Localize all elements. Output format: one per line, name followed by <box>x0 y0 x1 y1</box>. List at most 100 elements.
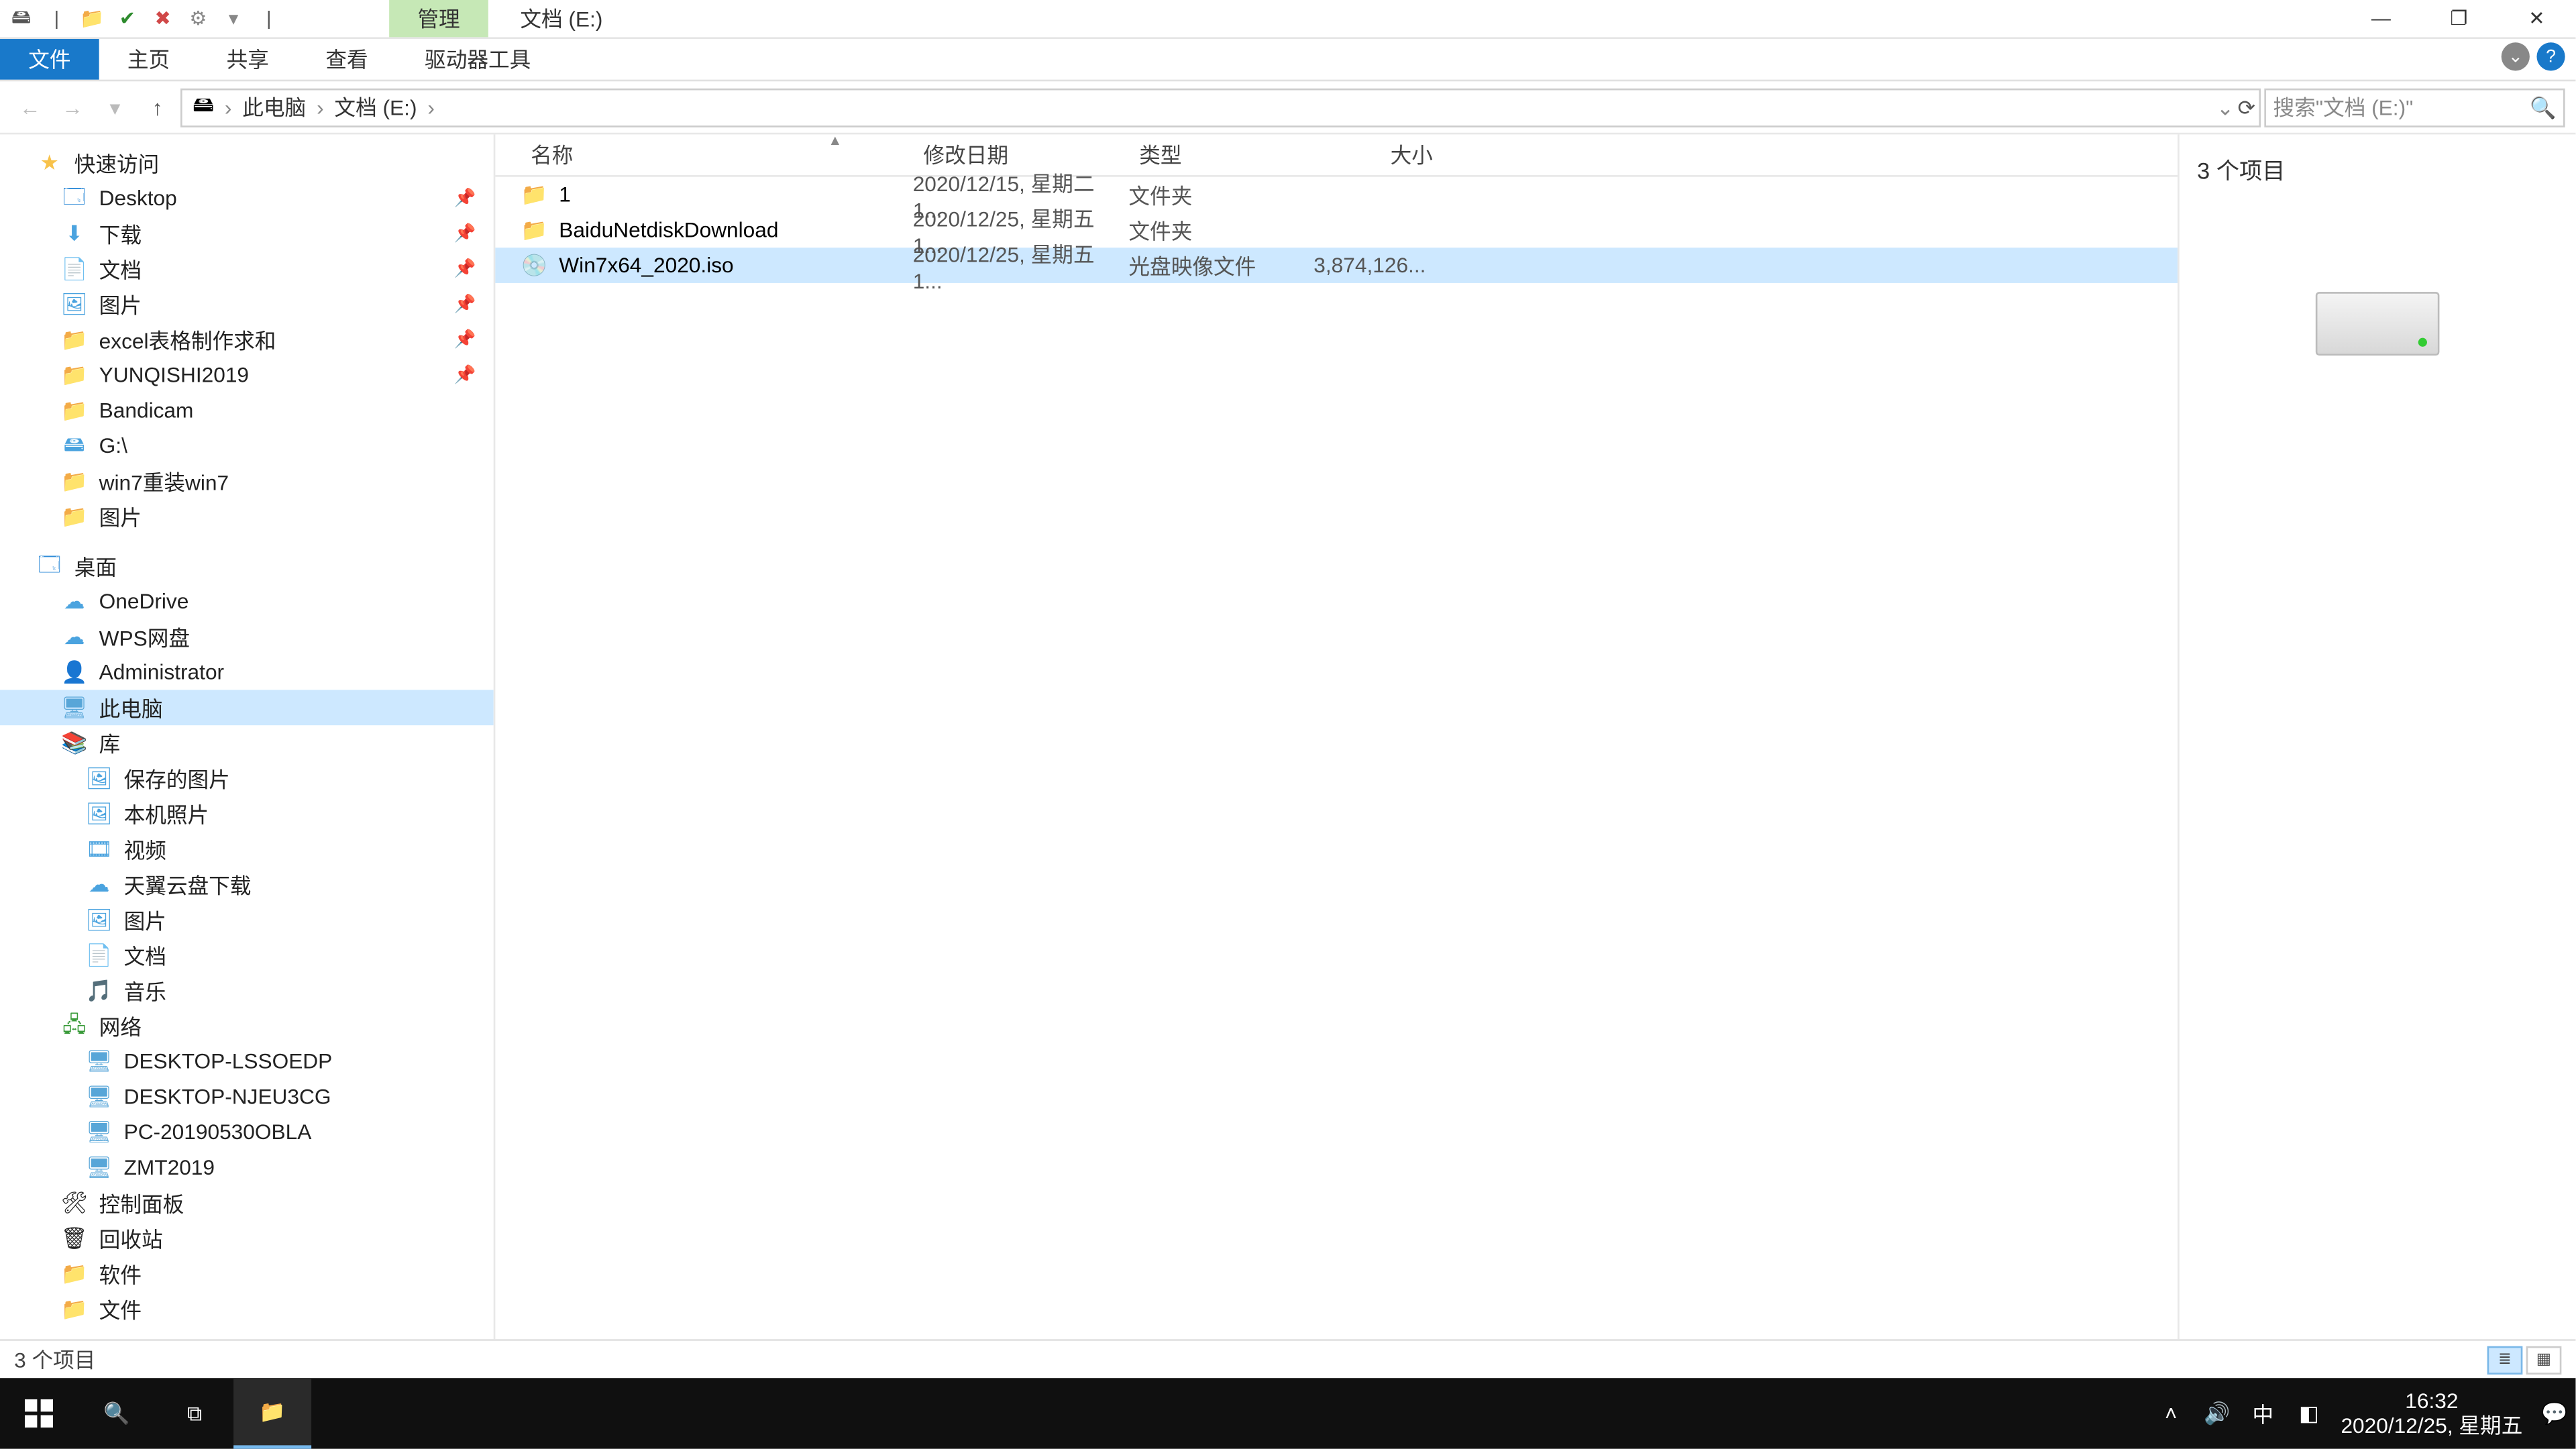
tree-item[interactable]: 🖥PC-20190530OBLA <box>0 1114 494 1150</box>
tray-clock[interactable]: 16:32 2020/12/25, 星期五 <box>2341 1388 2522 1439</box>
tree-item[interactable]: 🖼保存的图片 <box>0 761 494 796</box>
tree-item-label: 文档 <box>124 941 166 971</box>
address-bar[interactable]: 🖴 › 此电脑 › 文档 (E:) › ⌄ ⟳ <box>180 88 2261 127</box>
help-icon[interactable]: ? <box>2536 42 2565 70</box>
tree-recycle-bin[interactable]: 🗑 回收站 <box>0 1221 494 1256</box>
tree-item[interactable]: 🖥DESKTOP-NJEU3CG <box>0 1079 494 1115</box>
maximize-button[interactable]: ❐ <box>2420 0 2498 37</box>
file-row[interactable]: 💿Win7x64_2020.iso2020/12/25, 星期五 1...光盘映… <box>495 248 2178 283</box>
tree-item[interactable]: 📁YUNQISHI2019📌 <box>0 358 494 393</box>
file-row[interactable]: 📁12020/12/15, 星期二 1...文件夹 <box>495 177 2178 213</box>
close-button[interactable]: ✕ <box>2498 0 2575 37</box>
nav-back-button[interactable]: ← <box>11 88 50 127</box>
address-bar-row: ← → ▾ ↑ 🖴 › 此电脑 › 文档 (E:) › ⌄ ⟳ 搜索"文档 (E… <box>0 81 2575 134</box>
tab-home[interactable]: 主页 <box>99 39 199 80</box>
search-box[interactable]: 搜索"文档 (E:)" 🔍 <box>2264 88 2565 127</box>
tab-view[interactable]: 查看 <box>297 39 396 80</box>
tray-volume-icon[interactable]: 🔊 <box>2203 1399 2231 1428</box>
qat-check-icon[interactable]: ✔ <box>113 5 142 33</box>
tree-item[interactable]: 🖥此电脑 <box>0 690 494 725</box>
tree-item-icon: 📁 <box>60 325 89 354</box>
ribbon-tabs: 文件 主页 共享 查看 驱动器工具 ⌄ ? <box>0 39 2575 81</box>
header-size[interactable]: 大小 <box>1309 140 1433 170</box>
navigation-tree[interactable]: ★ 快速访问 🗔 Desktop 📌 ⬇下载📌📄文档📌🖼图片📌📁excel表格制作求和… <box>0 134 495 1339</box>
view-icons-button[interactable]: ▦ <box>2526 1345 2562 1373</box>
header-name[interactable]: 名称▲ <box>520 140 912 170</box>
tree-item[interactable]: 🖼图片📌 <box>0 286 494 322</box>
column-headers: 名称▲ 修改日期 类型 大小 <box>495 134 2178 176</box>
tree-item[interactable]: ☁WPS网盘 <box>0 619 494 655</box>
tree-item[interactable]: 🖼本机照片 <box>0 796 494 832</box>
tray-overflow-icon[interactable]: ˄ <box>2157 1399 2185 1428</box>
search-icon[interactable]: 🔍 <box>2530 95 2556 119</box>
tray-app-icon[interactable]: ◧ <box>2295 1399 2323 1428</box>
tree-quick-access[interactable]: ★ 快速访问 <box>0 145 494 180</box>
file-icon: 📁 <box>520 180 548 209</box>
qat-open-icon[interactable]: 📁 <box>78 5 106 33</box>
ribbon-expand-icon[interactable]: ⌄ <box>2502 42 2530 70</box>
tree-item[interactable]: 📁win7重装win7 <box>0 464 494 499</box>
tree-item-label: Desktop <box>99 186 177 211</box>
tree-item[interactable]: 🎞视频 <box>0 831 494 867</box>
tree-item[interactable]: 🗔Desktop📌 <box>0 180 494 216</box>
tree-item[interactable]: 📁Bandicam <box>0 392 494 428</box>
tray-notifications-icon[interactable]: 💬 <box>2540 1399 2569 1428</box>
tree-item-icon: 🖥 <box>85 1047 113 1075</box>
address-dropdown-icon[interactable]: ⌄ <box>2216 95 2235 119</box>
contextual-tabs: 管理 文档 (E:) <box>389 0 635 37</box>
taskbar-search-button[interactable]: 🔍 <box>78 1378 156 1448</box>
tree-item[interactable]: 📁图片 <box>0 499 494 535</box>
refresh-icon[interactable]: ⟳ <box>2238 95 2256 119</box>
tree-item[interactable]: 🖥 DESKTOP-LSSOEDP <box>0 1044 494 1079</box>
tree-item[interactable]: ☁OneDrive <box>0 584 494 619</box>
tray-ime-icon[interactable]: 中 <box>2249 1399 2277 1428</box>
tree-item-label: win7重装win7 <box>99 466 229 496</box>
tree-software[interactable]: 📁 软件 <box>0 1256 494 1291</box>
tree-item[interactable]: ⬇下载📌 <box>0 216 494 252</box>
crumb-pc[interactable]: 此电脑 <box>239 92 310 122</box>
sort-asc-icon: ▲ <box>828 133 842 149</box>
status-bar: 3 个项目 ≣ ▦ <box>0 1339 2575 1378</box>
tree-item[interactable]: 📚库 <box>0 725 494 761</box>
qat-gear-icon[interactable]: ⚙ <box>184 5 212 33</box>
tree-item[interactable]: 📄 文档 <box>0 938 494 973</box>
tree-item-icon: ☁ <box>60 587 89 615</box>
tab-file[interactable]: 文件 <box>0 39 99 80</box>
tree-control-panel[interactable]: 🛠 控制面板 <box>0 1185 494 1221</box>
qat-dropdown-icon[interactable]: ▾ <box>219 5 248 33</box>
tree-item[interactable]: 🖼图片 <box>0 902 494 938</box>
view-details-button[interactable]: ≣ <box>2487 1345 2523 1373</box>
nav-forward-button[interactable]: → <box>53 88 92 127</box>
tree-item[interactable]: 🖥ZMT2019 <box>0 1150 494 1185</box>
tree-item[interactable]: ☁天翼云盘下载 <box>0 867 494 902</box>
header-type[interactable]: 类型 <box>1128 140 1309 170</box>
file-row[interactable]: 📁BaiduNetdiskDownload2020/12/25, 星期五 1..… <box>495 212 2178 248</box>
header-date[interactable]: 修改日期 <box>913 140 1129 170</box>
tab-share[interactable]: 共享 <box>198 39 297 80</box>
tree-item[interactable]: 📄文档📌 <box>0 251 494 286</box>
tree-network[interactable]: 🖧 网络 <box>0 1008 494 1044</box>
tree-item[interactable]: 🖴G:\ <box>0 428 494 464</box>
view-switcher: ≣ ▦ <box>2487 1345 2562 1373</box>
pin-icon: 📌 <box>454 189 476 208</box>
tree-files[interactable]: 📁 文件 <box>0 1291 494 1327</box>
taskbar-explorer-button[interactable]: 📁 <box>233 1378 311 1448</box>
tree-item-icon: 📄 <box>85 941 113 969</box>
task-view-button[interactable]: ⧉ <box>156 1378 233 1448</box>
file-size: 3,874,126... <box>1309 253 1433 278</box>
crumb-drive[interactable]: 文档 (E:) <box>331 92 421 122</box>
network-icon: 🖧 <box>60 1012 89 1040</box>
qat-close-icon[interactable]: ✖ <box>149 5 177 33</box>
tree-desktop[interactable]: 🗔 桌面 <box>0 548 494 584</box>
tab-manage[interactable]: 管理 <box>389 0 488 37</box>
nav-recent-button[interactable]: ▾ <box>95 88 134 127</box>
tab-drive-tools[interactable]: 驱动器工具 <box>396 39 559 80</box>
tree-item-label: DESKTOP-LSSOEDP <box>124 1049 333 1074</box>
nav-up-button[interactable]: ↑ <box>138 88 177 127</box>
desktop-icon: 🗔 <box>36 552 64 580</box>
start-button[interactable] <box>0 1378 78 1448</box>
tree-item[interactable]: 🎵音乐 <box>0 973 494 1008</box>
minimize-button[interactable]: — <box>2342 0 2420 37</box>
tree-item[interactable]: 📁excel表格制作求和📌 <box>0 322 494 358</box>
tree-item[interactable]: 👤Administrator <box>0 655 494 690</box>
